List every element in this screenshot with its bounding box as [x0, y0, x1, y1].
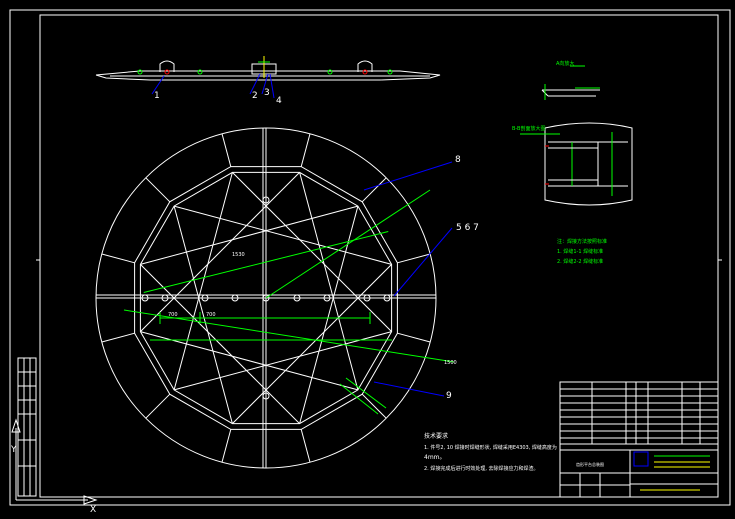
dimension-1: 700	[168, 312, 178, 318]
notes-heading: 技术要求	[424, 432, 448, 440]
side-elevation-view	[95, 56, 441, 81]
rib-segment	[397, 332, 431, 343]
rib-segment	[145, 393, 171, 419]
side-notes-line1: 1. 焊缝1-1 焊缝标准	[557, 248, 603, 255]
lattice-member	[173, 172, 233, 391]
callout-3: 3	[264, 88, 270, 98]
rib-segment	[145, 177, 171, 203]
dimension-3: 1530	[232, 252, 245, 258]
ucs-axis-icon: Y X	[10, 418, 98, 515]
side-notes-heading: 注：焊接方法按照标准	[557, 238, 607, 245]
section-detail	[520, 122, 633, 206]
dimension-2: 700	[206, 312, 216, 318]
drawing-canvas: Y X 1 2 3 4 8 5 6 7 9 700 700 1530 1500 …	[9, 9, 731, 515]
technical-notes: 技术要求 1. 件号2, 10 焊接时焊缝形状, 焊缝采用E4303, 焊缝高度…	[424, 432, 557, 472]
parts-list-rows	[560, 388, 718, 439]
notes-line1: 1. 件号2, 10 焊接时焊缝形状, 焊缝采用E4303, 焊缝高度为	[424, 444, 557, 451]
left-binding-strip	[17, 357, 37, 497]
dimension-4: 1500	[444, 360, 457, 366]
lattice-member	[299, 172, 359, 391]
rib-segment	[101, 253, 135, 264]
detail-a	[541, 65, 600, 100]
notes-line2: 4mm。	[424, 454, 446, 461]
dimension-lines	[123, 189, 455, 415]
callout-5-6-7: 5 6 7	[456, 223, 479, 233]
side-notes-line2: 2. 焊缝2-2 焊缝标准	[557, 258, 603, 265]
callout-4: 4	[276, 96, 282, 106]
callout-8: 8	[455, 155, 461, 165]
lattice-member	[140, 205, 359, 265]
lattice-member	[173, 205, 233, 424]
rib-segment	[361, 393, 387, 419]
rib-segment	[221, 133, 232, 167]
rib-segment	[397, 253, 431, 264]
dimension-values: 700 700 1530 1500	[168, 252, 457, 366]
title-block	[559, 381, 719, 498]
detail-a-label: A向放大	[556, 60, 574, 67]
section-label: B-B剖面放大图	[512, 125, 546, 132]
lattice-member	[173, 205, 392, 265]
rib-segment	[300, 133, 311, 167]
notes-line3: 2. 焊接完成后进行时效处理, 去除焊接应力和焊渣。	[424, 465, 539, 472]
callout-1: 1	[154, 91, 160, 101]
leader-lines	[151, 73, 453, 397]
svg-text:Y: Y	[10, 445, 17, 455]
rib-segment	[101, 332, 135, 343]
side-notes: 注：焊接方法按照标准 1. 焊缝1-1 焊缝标准 2. 焊缝2-2 焊缝标准	[557, 238, 607, 265]
callout-9: 9	[446, 391, 452, 401]
rib-segment	[221, 429, 232, 463]
drawing-title: 齿形平台总装图	[576, 461, 604, 467]
cad-drawing-viewport[interactable]: Y X 1 2 3 4 8 5 6 7 9 700 700 1530 1500 …	[0, 0, 735, 515]
rib-segment	[300, 429, 311, 463]
svg-text:X: X	[90, 505, 96, 515]
callout-2: 2	[252, 91, 258, 101]
